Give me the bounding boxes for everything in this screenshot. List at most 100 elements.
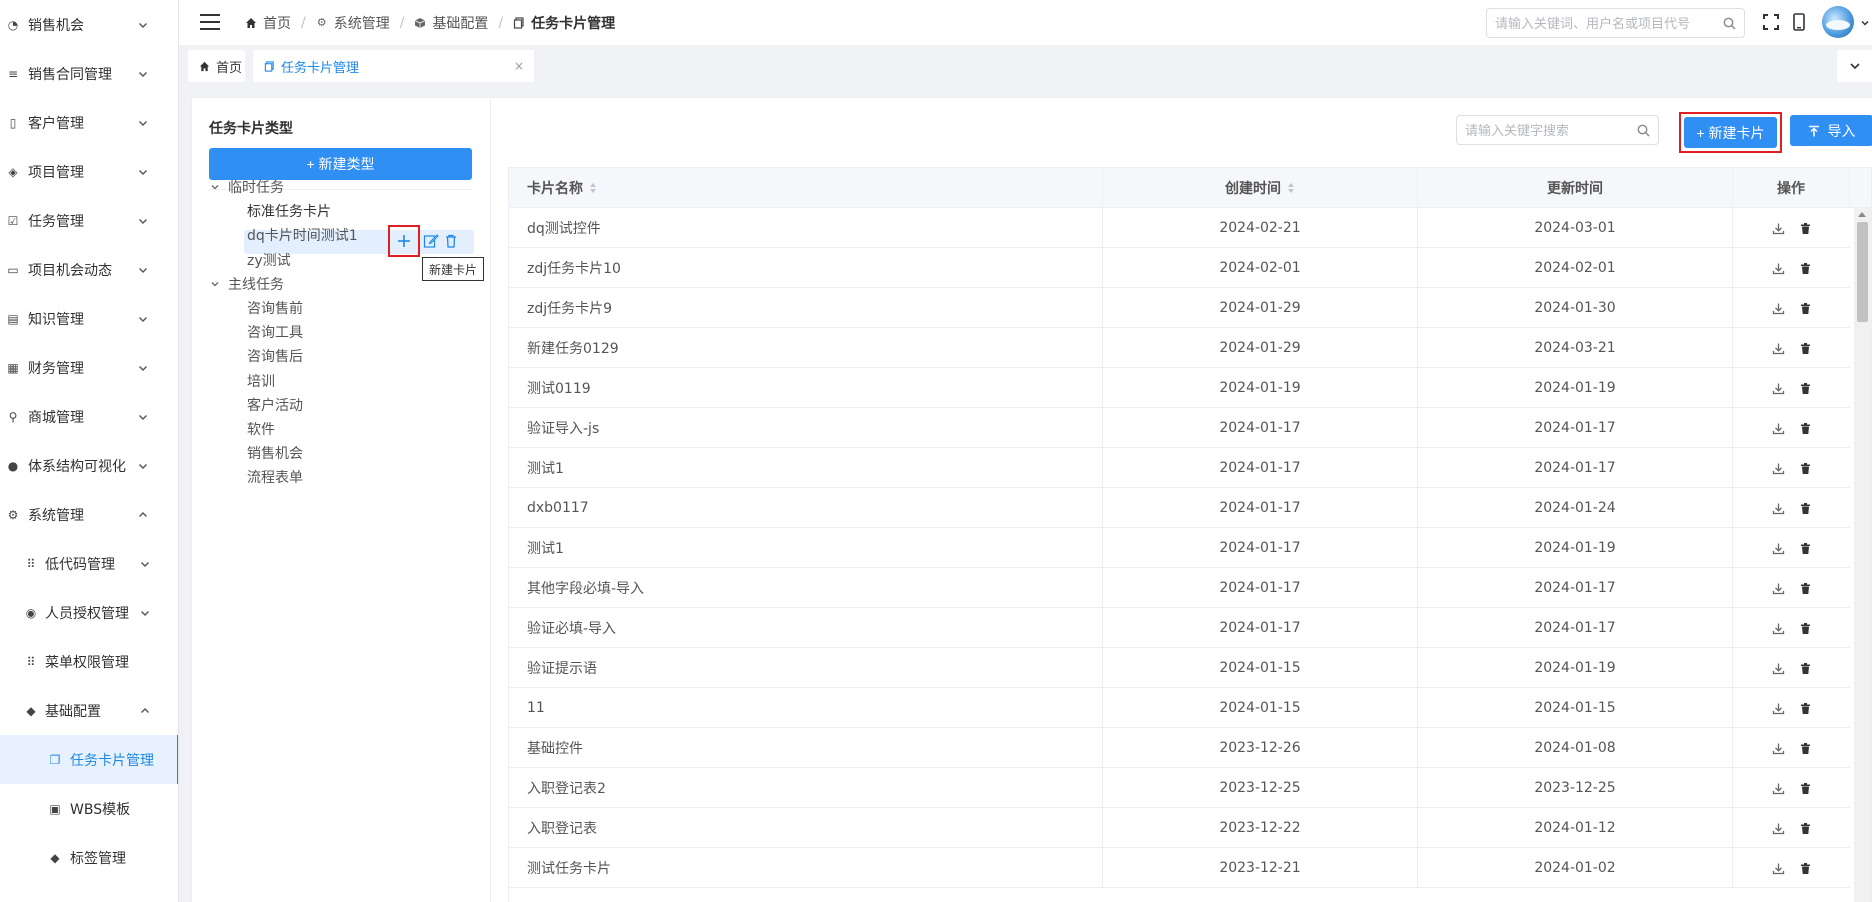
sidebar-item[interactable]: ▦ 财务管理: [0, 343, 178, 392]
sidebar-item[interactable]: ⚲ 商城管理: [0, 392, 178, 441]
delete-icon[interactable]: [1799, 582, 1812, 595]
breadcrumb-system[interactable]: ⚙ 系统管理: [316, 13, 390, 33]
tree-group[interactable]: 临时任务: [210, 175, 284, 199]
sidebar-item[interactable]: ◉ 人员授权管理: [0, 588, 178, 637]
chevron-down-icon[interactable]: [139, 558, 151, 570]
download-icon[interactable]: [1772, 382, 1785, 395]
download-icon[interactable]: [1772, 462, 1785, 475]
search-icon[interactable]: [1637, 124, 1650, 137]
delete-icon[interactable]: [1799, 622, 1812, 635]
chevron-down-icon[interactable]: [137, 460, 149, 472]
table-row[interactable]: 测试1 2024-01-17 2024-01-19: [509, 528, 1850, 568]
table-row[interactable]: 新建任务0129 2024-01-29 2024-03-21: [509, 328, 1850, 368]
close-icon[interactable]: ×: [513, 60, 525, 72]
delete-icon[interactable]: [1799, 422, 1812, 435]
sidebar-item[interactable]: ◆ 基础配置: [0, 686, 178, 735]
chevron-down-icon[interactable]: [139, 607, 151, 619]
table-row[interactable]: 验证提示语 2024-01-15 2024-01-19: [509, 648, 1850, 688]
sidebar-item[interactable]: ☑ 任务管理: [0, 196, 178, 245]
sort-icon[interactable]: [589, 182, 597, 194]
tab-home[interactable]: 首页: [188, 50, 245, 82]
chevron-down-icon[interactable]: [137, 215, 149, 227]
delete-icon[interactable]: [1799, 302, 1812, 315]
column-header-name[interactable]: 卡片名称: [509, 168, 1103, 208]
table-row[interactable]: 测试任务卡片 2023-12-21 2024-01-02: [509, 848, 1850, 888]
edit-icon[interactable]: [423, 233, 439, 249]
chevron-down-icon[interactable]: [210, 182, 220, 192]
tab-task-card-management[interactable]: 任务卡片管理 ×: [253, 50, 534, 82]
table-row[interactable]: 11 2024-01-15 2024-01-15: [509, 688, 1850, 728]
table-row[interactable]: zdj任务卡片10 2024-02-01 2024-02-01: [509, 248, 1850, 288]
delete-icon[interactable]: [1799, 462, 1812, 475]
import-button[interactable]: 导入: [1790, 115, 1872, 146]
sidebar-item[interactable]: ● 体系结构可视化: [0, 441, 178, 490]
search-icon[interactable]: [1723, 17, 1736, 30]
global-search[interactable]: [1486, 8, 1745, 38]
chevron-down-icon[interactable]: [1860, 17, 1870, 27]
sidebar-item[interactable]: ◔ 销售机会: [0, 0, 178, 49]
delete-icon[interactable]: [1799, 262, 1812, 275]
download-icon[interactable]: [1772, 742, 1785, 755]
download-icon[interactable]: [1772, 582, 1785, 595]
tree-item[interactable]: 培训: [247, 369, 275, 393]
download-icon[interactable]: [1772, 702, 1785, 715]
download-icon[interactable]: [1772, 662, 1785, 675]
tree-item[interactable]: 客户活动: [247, 393, 303, 417]
table-row[interactable]: 基础控件 2023-12-26 2024-01-08: [509, 728, 1850, 768]
tree-item[interactable]: 咨询售前: [247, 296, 303, 320]
table-row[interactable]: 验证必填-导入 2024-01-17 2024-01-17: [509, 608, 1850, 648]
sidebar-item[interactable]: ▤ 知识管理: [0, 294, 178, 343]
chevron-down-icon[interactable]: [210, 279, 220, 289]
delete-icon[interactable]: [1799, 702, 1812, 715]
chevron-down-icon[interactable]: [137, 313, 149, 325]
delete-icon[interactable]: [1799, 742, 1812, 755]
sidebar-item[interactable]: ⠿ 低代码管理: [0, 539, 178, 588]
fullscreen-icon[interactable]: [1761, 12, 1781, 32]
delete-icon[interactable]: [1799, 662, 1812, 675]
delete-icon[interactable]: [1799, 502, 1812, 515]
sidebar-item[interactable]: ▭ 项目机会动态: [0, 245, 178, 294]
chevron-down-icon[interactable]: [137, 68, 149, 80]
breadcrumb-home[interactable]: 首页: [245, 13, 291, 33]
delete-icon[interactable]: [443, 233, 459, 249]
delete-icon[interactable]: [1799, 542, 1812, 555]
download-icon[interactable]: [1772, 822, 1785, 835]
tree-item[interactable]: 咨询工具: [247, 320, 303, 344]
card-search[interactable]: [1456, 115, 1659, 145]
delete-icon[interactable]: [1799, 342, 1812, 355]
sidebar-item[interactable]: ⠿ 菜单权限管理: [0, 637, 178, 686]
sidebar-item[interactable]: ▯ 客户管理: [0, 98, 178, 147]
scrollbar-thumb[interactable]: [1857, 222, 1868, 322]
tree-item[interactable]: zy测试: [247, 248, 291, 272]
sidebar-item[interactable]: ◆ 标签管理: [0, 833, 178, 882]
download-icon[interactable]: [1772, 222, 1785, 235]
tree-group[interactable]: 主线任务: [210, 272, 284, 296]
download-icon[interactable]: [1772, 502, 1785, 515]
table-row[interactable]: dq测试控件 2024-02-21 2024-03-01: [509, 208, 1850, 248]
download-icon[interactable]: [1772, 782, 1785, 795]
table-row[interactable]: 测试1 2024-01-17 2024-01-17: [509, 448, 1850, 488]
table-row[interactable]: 其他字段必填-导入 2024-01-17 2024-01-17: [509, 568, 1850, 608]
delete-icon[interactable]: [1799, 222, 1812, 235]
tree-item[interactable]: dq卡片时间测试1: [247, 223, 358, 247]
scrollbar[interactable]: [1854, 208, 1871, 902]
chevron-up-icon[interactable]: [137, 509, 149, 521]
tree-item[interactable]: 软件: [247, 417, 275, 441]
download-icon[interactable]: [1772, 422, 1785, 435]
sidebar-item[interactable]: ⚙ 系统管理: [0, 490, 178, 539]
delete-icon[interactable]: [1799, 862, 1812, 875]
table-row[interactable]: 入职登记表2 2023-12-25 2023-12-25: [509, 768, 1850, 808]
table-row[interactable]: 验证导入-js 2024-01-17 2024-01-17: [509, 408, 1850, 448]
delete-icon[interactable]: [1799, 822, 1812, 835]
download-icon[interactable]: [1772, 262, 1785, 275]
tree-item[interactable]: 销售机会: [247, 441, 303, 465]
tree-item[interactable]: 标准任务卡片: [247, 199, 331, 223]
delete-icon[interactable]: [1799, 782, 1812, 795]
scroll-up-arrow-icon[interactable]: [1858, 212, 1866, 217]
sidebar-item[interactable]: ▣ WBS模板: [0, 784, 178, 833]
mobile-icon[interactable]: [1789, 12, 1809, 32]
chevron-down-icon[interactable]: [137, 362, 149, 374]
sidebar-item[interactable]: ≡ 销售合同管理: [0, 49, 178, 98]
sidebar-item[interactable]: ❐ 任务卡片管理: [0, 735, 178, 784]
table-row[interactable]: dxb0117 2024-01-17 2024-01-24: [509, 488, 1850, 528]
